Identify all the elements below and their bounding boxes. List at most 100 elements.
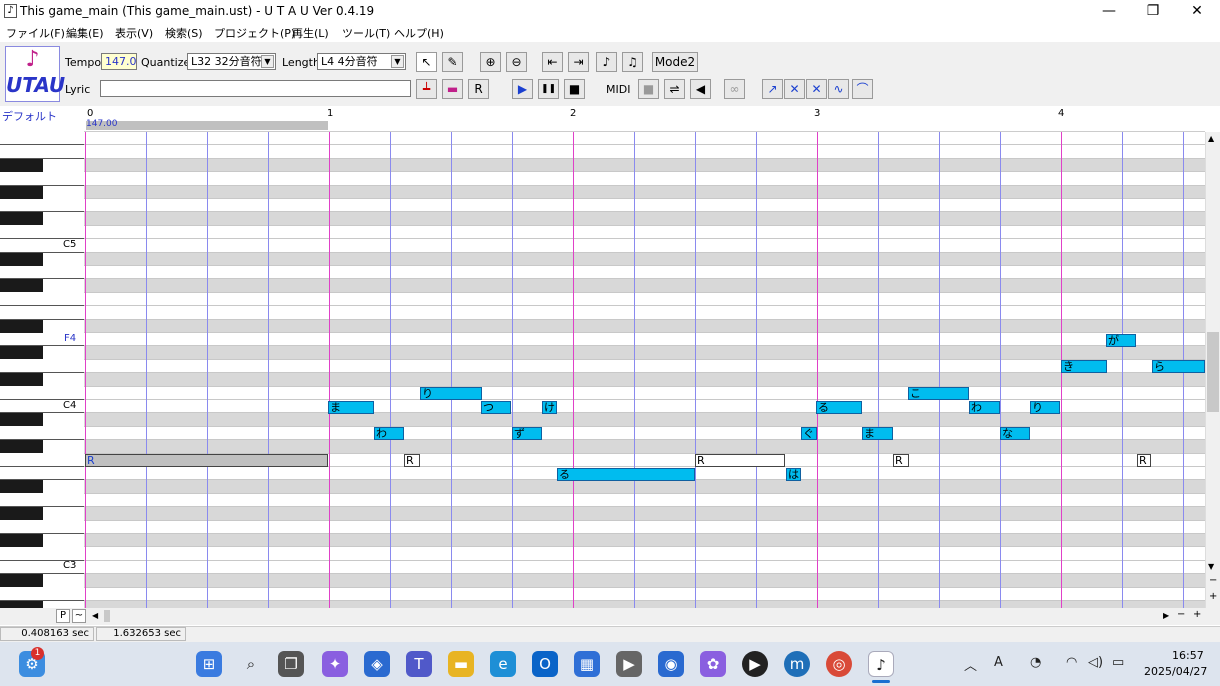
piano-roll-grid[interactable]: RまわRりつずけるRはぐるまRこわなりきRがら (84, 132, 1205, 608)
chrome-icon[interactable]: ◎ (826, 651, 852, 677)
grid-row[interactable] (84, 601, 1205, 608)
next-note-icon[interactable]: ♫ (622, 52, 643, 72)
h-scroll-thumb[interactable] (104, 610, 110, 622)
black-key[interactable] (0, 373, 43, 387)
select-tool-icon[interactable]: ↖ (416, 52, 437, 72)
outlook-icon[interactable]: O (532, 651, 558, 677)
grid-row[interactable] (84, 507, 1205, 521)
note[interactable]: る (557, 467, 695, 481)
grid-row[interactable] (84, 212, 1205, 226)
grid-row[interactable] (84, 266, 1205, 280)
scroll-down-icon[interactable]: ▼ (1208, 562, 1214, 571)
grid-row[interactable] (84, 239, 1205, 253)
app-icon-3[interactable]: ◉ (658, 651, 684, 677)
black-key[interactable] (0, 346, 43, 360)
rest-note[interactable]: R (404, 454, 420, 468)
grid-row[interactable] (84, 292, 1205, 307)
grid-row[interactable] (84, 373, 1205, 387)
length-select[interactable]: L4 4分音符 ▼ (317, 53, 406, 70)
black-key[interactable] (0, 212, 43, 226)
pencil-tool-icon[interactable]: ✎ (442, 52, 463, 72)
store-icon[interactable]: ▦ (574, 651, 600, 677)
grid-row[interactable] (84, 359, 1205, 374)
black-key[interactable] (0, 185, 43, 199)
loop-icon[interactable]: ∞ (724, 79, 745, 99)
p-button[interactable]: P (56, 609, 70, 623)
note[interactable]: き (1061, 360, 1107, 374)
scroll-up-icon[interactable]: ▲ (1208, 134, 1214, 143)
envelope-icon[interactable]: ⌒ (852, 79, 873, 99)
chevron-up-icon[interactable]: ︿ (964, 655, 977, 674)
grid-row[interactable] (84, 199, 1205, 213)
vertical-scrollbar[interactable]: ▲ ▼ − + (1205, 132, 1220, 608)
note[interactable]: る (816, 400, 862, 414)
edge-icon[interactable]: e (490, 651, 516, 677)
black-key[interactable] (0, 534, 43, 547)
go-end-icon[interactable]: ⇥ (568, 52, 589, 72)
go-start-icon[interactable]: ⇤ (542, 52, 563, 72)
black-key[interactable] (0, 279, 43, 293)
grid-row[interactable] (84, 225, 1205, 240)
pitch-tool-1-icon[interactable]: ↗ (762, 79, 783, 99)
task-view-icon[interactable]: ❐ (278, 651, 304, 677)
grid-row[interactable] (84, 172, 1205, 186)
menu-playback[interactable]: 再生(L) (292, 25, 329, 41)
menu-tools[interactable]: ツール(T) (342, 25, 390, 41)
lyric-input[interactable] (100, 80, 411, 97)
zoom-v-minus[interactable]: − (1209, 575, 1217, 586)
pitch-tool-2-icon[interactable]: ✕ (784, 79, 805, 99)
grid-row[interactable] (84, 426, 1205, 441)
grid-row[interactable] (84, 587, 1205, 601)
grid-row[interactable] (84, 279, 1205, 293)
grid-row[interactable] (84, 158, 1205, 173)
note[interactable]: ず (512, 427, 542, 441)
rest-note[interactable]: R (85, 454, 328, 468)
grid-row[interactable] (84, 480, 1205, 494)
black-key[interactable] (0, 574, 43, 588)
record-icon[interactable]: ■ (638, 79, 659, 99)
rest-note[interactable]: R (695, 454, 785, 468)
black-key[interactable] (0, 507, 43, 521)
play-button[interactable]: ▶ (512, 79, 533, 99)
quantize-select[interactable]: L32 32分音符 ▼ (187, 53, 276, 70)
note[interactable]: ま (862, 427, 893, 441)
black-key[interactable] (0, 319, 43, 333)
media-player-icon[interactable]: ▶ (742, 651, 768, 677)
grid-row[interactable] (84, 547, 1205, 561)
black-key[interactable] (0, 252, 43, 266)
ime-indicator[interactable]: A (994, 655, 1003, 670)
note[interactable]: つ (481, 400, 511, 414)
rest-note[interactable]: R (893, 454, 909, 468)
pitch-toggle-button[interactable]: ~ (72, 609, 86, 623)
black-key[interactable] (0, 158, 43, 172)
file-explorer-icon[interactable]: ▬ (448, 651, 474, 677)
tempo-track[interactable] (86, 121, 328, 130)
menu-search[interactable]: 検索(S) (165, 25, 203, 41)
grid-row[interactable] (84, 319, 1205, 333)
note[interactable]: が (1106, 333, 1136, 347)
chevron-down-icon[interactable]: ▼ (261, 55, 274, 68)
note[interactable]: り (420, 387, 482, 401)
zoom-v-plus[interactable]: + (1209, 591, 1217, 602)
grid-row[interactable] (84, 520, 1205, 534)
grid-row[interactable] (84, 132, 1205, 146)
zoom-out-icon[interactable]: ⊖ (506, 52, 527, 72)
rest-note[interactable]: R (1137, 454, 1151, 468)
prev-note-icon[interactable]: ♪ (596, 52, 617, 72)
menu-project[interactable]: プロジェクト(P) (214, 25, 295, 41)
menu-view[interactable]: 表示(V) (115, 25, 153, 41)
zoom-h-minus[interactable]: − (1177, 609, 1185, 620)
grid-row[interactable] (84, 386, 1205, 400)
chevron-down-icon[interactable]: ▼ (391, 55, 404, 68)
copilot-icon[interactable]: ✦ (322, 651, 348, 677)
utau-taskbar-icon[interactable]: ♪ (868, 651, 894, 677)
search-icon[interactable]: ⌕ (238, 651, 264, 677)
note[interactable]: わ (374, 427, 404, 441)
pause-button[interactable]: ❚❚ (538, 79, 559, 99)
black-key[interactable] (0, 440, 43, 454)
battery-icon[interactable]: ▭ (1112, 655, 1124, 670)
black-key[interactable] (0, 413, 43, 427)
black-key[interactable] (0, 480, 43, 494)
wifi-icon[interactable]: ◠ (1066, 655, 1077, 670)
grid-row[interactable] (84, 493, 1205, 508)
